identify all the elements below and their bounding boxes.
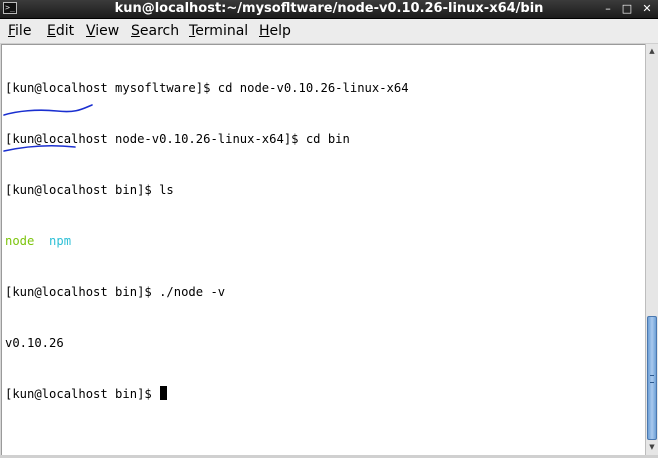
minimize-icon: – [605,2,611,15]
minimize-button[interactable]: – [601,2,615,16]
maximize-icon: □ [621,2,633,15]
current-prompt: [kun@localhost bin]$ [5,387,160,401]
title-bar[interactable]: >_ kun@localhost:~/mysofltware/node-v0.1… [0,0,658,19]
terminal-output[interactable]: [kun@localhost mysofltware]$ cd node-v0.… [1,44,645,455]
menu-bar: File Edit View Search Terminal Help [0,19,658,44]
terminal-text: [kun@localhost mysofltware]$ cd node-v0.… [5,46,409,437]
scroll-up-button[interactable]: ▲ [646,45,658,58]
menu-edit[interactable]: Edit [47,19,74,43]
close-icon: ✕ [642,2,652,15]
scroll-thumb[interactable] [647,316,657,440]
menu-view[interactable]: View [86,19,119,43]
ls-node-entry: node [5,234,35,248]
text-cursor [160,386,168,400]
terminal-line: [kun@localhost bin]$ ls [5,183,174,197]
terminal-window: >_ kun@localhost:~/mysofltware/node-v0.1… [0,0,658,458]
scroll-down-arrow-icon: ▼ [649,443,655,451]
version-output: v0.10.26 [5,336,64,350]
scroll-up-arrow-icon: ▲ [649,47,655,55]
grip-icon [650,375,654,383]
current-prompt-line: [kun@localhost bin]$ [5,386,409,403]
scroll-down-button[interactable]: ▼ [646,441,658,454]
ls-npm-entry: npm [49,234,72,248]
menu-file[interactable]: File [8,19,31,43]
menu-search[interactable]: Search [131,19,179,43]
vertical-scrollbar[interactable]: ▲ ▼ [645,44,658,455]
close-button[interactable]: ✕ [640,2,654,16]
maximize-button[interactable]: □ [620,2,634,16]
terminal-line: [kun@localhost node-v0.10.26-linux-x64]$… [5,132,350,146]
menu-help[interactable]: Help [259,19,291,43]
ls-output-line: node npm [5,233,409,250]
terminal-line: [kun@localhost mysofltware]$ cd node-v0.… [5,81,409,95]
window-title: kun@localhost:~/mysofltware/node-v0.10.2… [114,1,544,16]
terminal-line: [kun@localhost bin]$ ./node -v [5,285,226,299]
menu-terminal[interactable]: Terminal [189,19,248,43]
